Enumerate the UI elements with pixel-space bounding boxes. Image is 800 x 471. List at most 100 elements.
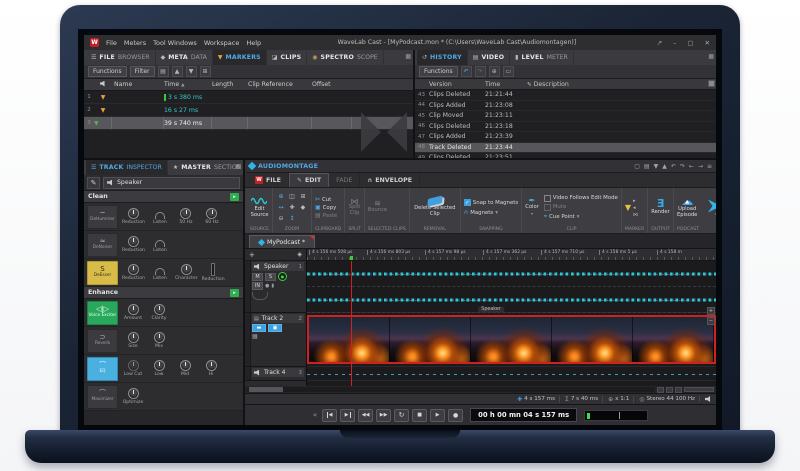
add-track-button[interactable]: + xyxy=(249,251,255,259)
transport-collapse-icon[interactable]: « xyxy=(313,411,317,419)
tab-clips[interactable]: ◪ CLIPS xyxy=(267,50,307,65)
zoom-out-button[interactable]: − xyxy=(707,317,715,325)
column-time[interactable]: Time ▲ xyxy=(164,81,212,88)
listen-icon[interactable] xyxy=(155,240,165,247)
history-row[interactable]: 43 Clips Deleted 21:21:44 xyxy=(415,90,716,101)
video-mode-button[interactable]: ▬ xyxy=(252,324,266,332)
low-cut-knob[interactable] xyxy=(128,360,139,371)
plugin-chain-icon[interactable]: ▸ xyxy=(230,289,239,297)
doc-tab-mypodcast[interactable]: MyPodcast * xyxy=(249,235,315,248)
go-to-start-button[interactable]: ◀ xyxy=(322,409,337,422)
time-ruler[interactable]: 4 s 156 ms 508 µs 4 s 156 ms 803 µs 4 s … xyxy=(307,249,716,261)
selection-length[interactable]: Σ 7 s 40 ms xyxy=(559,396,598,403)
track-effects-slot[interactable] xyxy=(252,292,268,300)
fast-forward-button[interactable]: ▶▶ xyxy=(376,409,391,422)
zoom-out-icon[interactable]: ⊖ xyxy=(276,214,286,224)
track2-header[interactable]: ▤ Track 2 2 ▬ ▣ ▦ xyxy=(245,313,306,367)
marker-list-icon[interactable]: ▤ xyxy=(158,66,169,77)
import-icon[interactable]: ▼ xyxy=(654,163,659,170)
track4-lane[interactable] xyxy=(307,367,716,381)
menu-tool-windows[interactable]: Tool Windows xyxy=(153,39,197,47)
next-marker-icon[interactable]: ▼ xyxy=(186,66,197,77)
track-content[interactable]: 4 s 156 ms 508 µs 4 s 156 ms 803 µs 4 s … xyxy=(307,249,716,386)
denoiser-button[interactable]: ≈ DeNoiser xyxy=(87,233,118,257)
speaker-track-header[interactable]: Speaker 1 M S ● IN ● xyxy=(245,261,306,313)
restore-icon[interactable]: ▢ xyxy=(687,39,693,47)
delete-selected-clip-button[interactable]: Delete Selected Clip xyxy=(413,197,457,217)
tab-track-inspector[interactable]: ☰ TRACKINSPECTOR xyxy=(86,160,168,175)
redo-icon[interactable]: ↷ xyxy=(680,163,685,170)
history-row-selected[interactable]: 48 Track Deleted 21:23:44 xyxy=(415,143,716,154)
history-row[interactable]: 46 Clips Deleted 21:23:18 xyxy=(415,122,716,133)
bounce-button[interactable]: ≋ Bounce xyxy=(368,201,387,213)
history-row[interactable]: 44 Clips Added 21:23:08 xyxy=(415,101,716,112)
deesser-button[interactable]: S DeEsser xyxy=(87,261,118,285)
clarity-knob[interactable] xyxy=(154,304,165,315)
optimize-knob[interactable] xyxy=(128,388,139,399)
zoom-vertical-icon[interactable]: ↕ xyxy=(287,214,297,224)
clean-section-header[interactable]: Clean ▸ xyxy=(84,191,243,203)
panel-menu-icon[interactable]: ≡ xyxy=(707,163,712,170)
tab-markers[interactable]: ▼ MARKERS xyxy=(213,50,267,65)
magnets-dropdown[interactable]: ∩Magnets ▾ xyxy=(464,209,518,216)
low-knob[interactable] xyxy=(154,360,165,371)
monitor-button[interactable]: ● xyxy=(278,272,287,281)
hz60-knob[interactable] xyxy=(206,208,217,219)
cue-point-dropdown[interactable]: ⌖Cue Point ▾ xyxy=(544,213,618,221)
video-frame-button[interactable]: ▣ xyxy=(268,324,282,332)
zoom-in-icon[interactable]: ⊕ xyxy=(276,192,286,202)
tab-overflow-icon[interactable]: ▦ xyxy=(405,53,411,60)
solo-button[interactable]: S xyxy=(265,273,276,281)
tab-video[interactable]: ▤ VIDEO xyxy=(468,50,510,65)
split-clip-button[interactable]: ⋈ Split Clip xyxy=(348,199,360,217)
zoom-slider[interactable] xyxy=(684,387,714,392)
transport-time-display[interactable]: 00 h 00 mn 04 s 157 ms xyxy=(470,408,577,422)
upload-episode-button[interactable]: ☁▲ UploadEpisode xyxy=(677,196,697,218)
column-offset[interactable]: Offset xyxy=(312,81,352,88)
functions-button[interactable]: Functions xyxy=(419,66,458,77)
routing-icon[interactable]: ◈ xyxy=(297,251,302,258)
record-arm-icon[interactable]: ● xyxy=(265,283,269,289)
menu-help[interactable]: Help xyxy=(246,39,261,47)
scroll-page-button[interactable] xyxy=(675,387,682,393)
track4-header[interactable]: Track 4 3 xyxy=(245,367,306,381)
amount-knob[interactable] xyxy=(128,304,139,315)
column-clip-reference[interactable]: Clip Reference xyxy=(248,81,312,88)
open-icon[interactable]: ▤ xyxy=(644,163,650,170)
edit-pen-icon[interactable]: ✎ xyxy=(87,177,100,189)
zoom-horizontal-icon[interactable]: ↔ xyxy=(276,203,286,213)
mid-knob[interactable] xyxy=(180,360,191,371)
maximizer-button[interactable]: ⌒ Maximizer xyxy=(87,385,118,409)
hz50-knob[interactable] xyxy=(180,208,191,219)
video-follows-edit-mode-checkbox[interactable]: Video Follows Edit Mode xyxy=(544,195,618,202)
menu-workspace[interactable]: Workspace xyxy=(204,39,240,47)
undo-icon[interactable]: ↶ xyxy=(671,163,676,170)
enhance-section-header[interactable]: Enhance ▸ xyxy=(84,287,243,299)
tab-meta-data[interactable]: ◆ METADATA xyxy=(156,50,213,65)
zoom-clip-icon[interactable]: ◆ xyxy=(298,203,308,213)
previous-marker-icon[interactable]: ▲ xyxy=(172,66,183,77)
loop-button[interactable]: ↻ xyxy=(394,409,409,422)
tab-file-browser[interactable]: ☰ FILEBROWSER xyxy=(86,50,156,65)
undo-icon[interactable]: ↶ xyxy=(461,66,472,77)
column-time[interactable]: Time xyxy=(485,81,527,88)
tab-overflow-icon[interactable]: ▦ xyxy=(235,163,241,170)
listen-icon[interactable] xyxy=(155,212,165,219)
redo-icon[interactable]: ↷ xyxy=(475,66,486,77)
nav-back-icon[interactable]: ← xyxy=(689,163,694,170)
ribbon-tab-edit[interactable]: ✎ EDIT xyxy=(289,173,329,187)
tab-level-meter[interactable]: ▮ LEVELMETER xyxy=(510,50,574,65)
render-button[interactable]: Ǝ Render xyxy=(651,199,669,216)
snap-to-magnets-checkbox[interactable]: ✓Snap to Magnets xyxy=(464,199,518,206)
mix-knob[interactable] xyxy=(154,332,165,343)
marker-pair-icon[interactable]: ⋈ xyxy=(633,212,638,218)
version-folder-icon[interactable]: ▭ xyxy=(503,66,514,77)
tab-overflow-icon[interactable]: ▦ xyxy=(708,53,714,60)
cut-button[interactable]: ✂Cut xyxy=(315,196,337,203)
horizontal-scrollbar[interactable] xyxy=(247,387,655,392)
tab-spectroscope[interactable]: ◉ SPECTROSCOPE xyxy=(307,50,383,65)
column-name[interactable]: Name xyxy=(112,81,164,88)
column-version[interactable]: Version xyxy=(429,81,485,88)
menu-meters[interactable]: Meters xyxy=(124,39,146,47)
zoom-in-button[interactable]: + xyxy=(707,307,715,315)
